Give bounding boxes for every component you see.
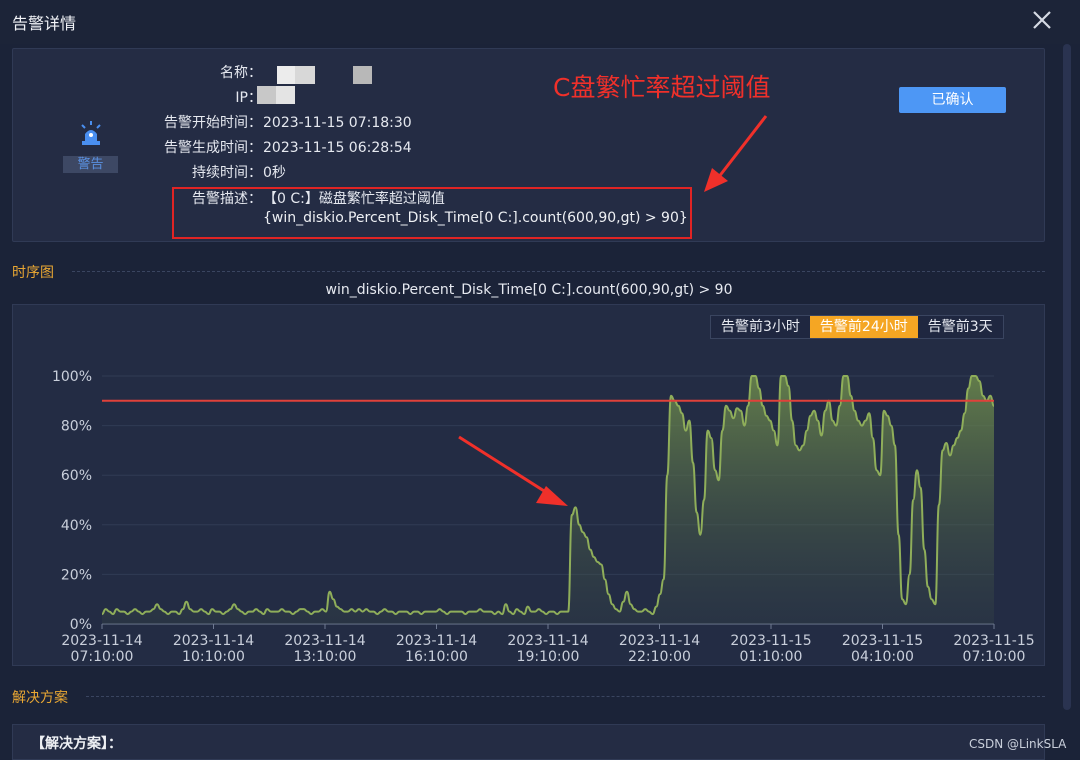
x-tick-label-date: 2023-11-14 [507, 633, 588, 649]
x-tick-label-date: 2023-11-15 [953, 633, 1034, 649]
x-tick-label-date: 2023-11-14 [173, 633, 254, 649]
solution-label: 【解决方案】： [31, 736, 122, 752]
solution-panel: 【解决方案】： [12, 724, 1045, 760]
annotation-arrow [704, 115, 768, 192]
x-tick-label-date: 2023-11-15 [842, 633, 923, 649]
watermark: CSDN @LinkSLA [969, 737, 1067, 751]
x-tick-label-time: 04:10:00 [851, 649, 914, 665]
x-tick-label-date: 2023-11-14 [61, 633, 142, 649]
x-tick-label-time: 19:10:00 [517, 649, 580, 665]
x-tick-label-time: 07:10:00 [963, 649, 1026, 665]
x-tick-label-date: 2023-11-14 [284, 633, 365, 649]
y-tick-label: 80% [61, 419, 92, 435]
section-title-solution: 解决方案 [12, 690, 68, 706]
y-tick-label: 40% [61, 518, 92, 534]
x-tick-label-time: 13:10:00 [294, 649, 357, 665]
x-tick-label-time: 10:10:00 [182, 649, 245, 665]
section-divider [86, 696, 1045, 697]
x-tick-label-date: 2023-11-14 [396, 633, 477, 649]
y-tick-label: 20% [61, 567, 92, 583]
x-tick-label-date: 2023-11-14 [619, 633, 700, 649]
x-tick-label-time: 22:10:00 [628, 649, 691, 665]
x-tick-label-time: 01:10:00 [740, 649, 803, 665]
y-tick-label: 60% [61, 468, 92, 484]
y-tick-label: 100% [52, 369, 92, 385]
annotation-arrow [458, 435, 568, 506]
timeseries-chart: 0%20%40%60%80%100% 2023-11-1407:10:00202… [52, 115, 1035, 665]
y-tick-label: 0% [70, 617, 92, 633]
x-tick-label-time: 16:10:00 [405, 649, 468, 665]
x-tick-label-time: 07:10:00 [71, 649, 134, 665]
x-tick-label-date: 2023-11-15 [730, 633, 811, 649]
